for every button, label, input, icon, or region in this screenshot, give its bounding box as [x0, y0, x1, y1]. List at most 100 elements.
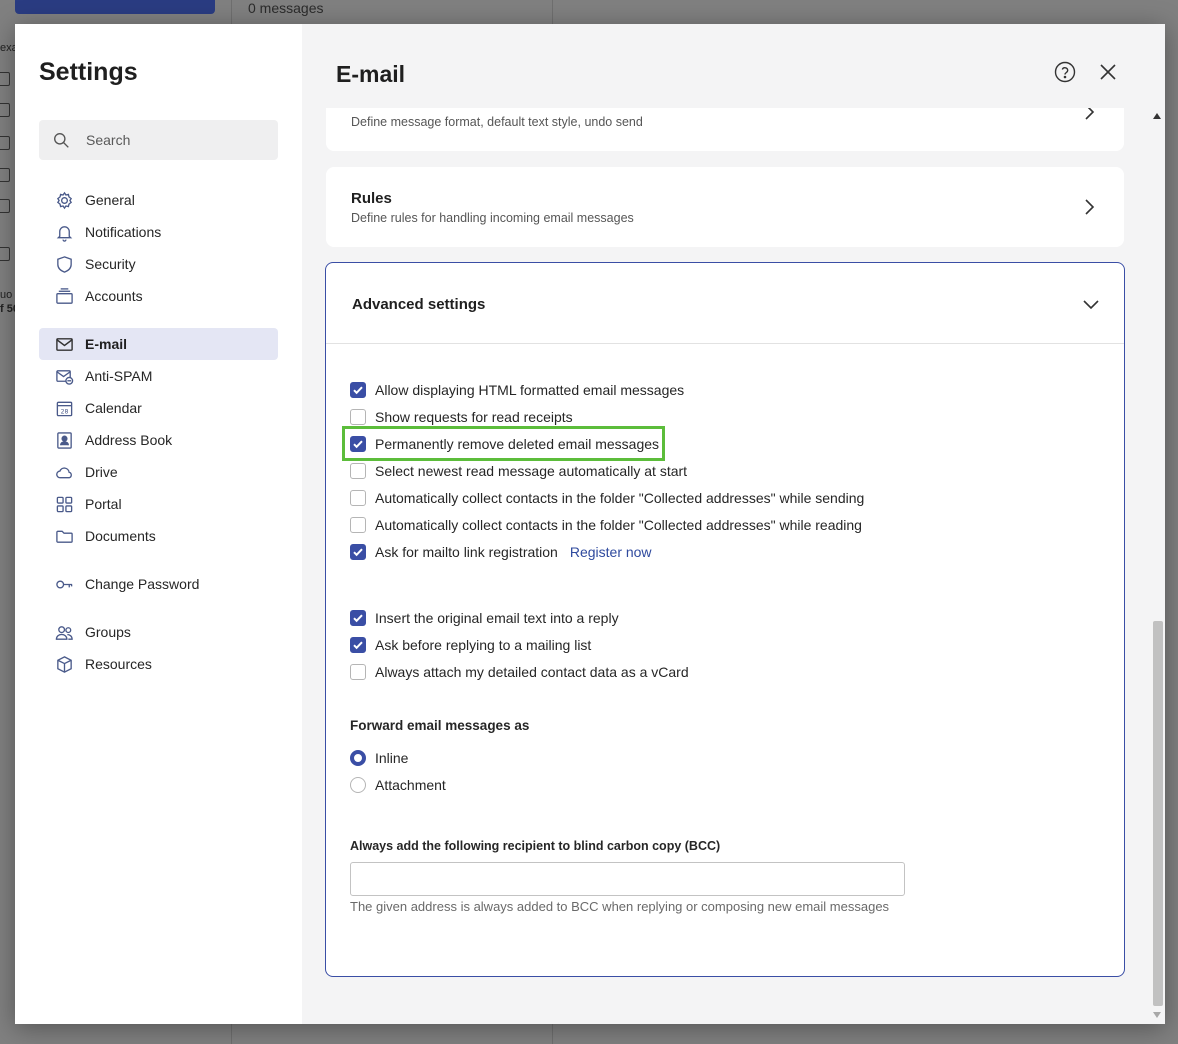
advanced-settings-title[interactable]: Advanced settings	[352, 296, 485, 313]
scroll-down-arrow[interactable]	[1153, 1012, 1161, 1018]
sidebar-item-drive[interactable]: Drive	[39, 456, 278, 488]
drafts-icon	[0, 103, 10, 117]
settings-dialog: Settings Search General Notifications Se…	[15, 24, 1165, 1024]
cloud-icon	[54, 462, 74, 482]
settings-content: E-mail Define message format, default te…	[302, 24, 1165, 1024]
new-email-button	[15, 0, 215, 14]
rules-card[interactable]: Rules Define rules for handling incoming…	[326, 167, 1124, 247]
sidebar-item-label: General	[85, 192, 135, 208]
chevron-down-icon[interactable]	[1082, 295, 1100, 313]
card-subtitle: Define message format, default text styl…	[351, 115, 643, 129]
radio[interactable]	[350, 777, 366, 793]
checkbox[interactable]	[350, 463, 366, 479]
forward-attachment[interactable]: Attachment	[350, 774, 446, 796]
checkbox[interactable]	[350, 664, 366, 680]
sidebar-item-label: Resources	[85, 656, 152, 672]
settings-sidebar: Settings Search General Notifications Se…	[15, 24, 302, 1024]
option-label: Automatically collect contacts in the fo…	[375, 517, 862, 533]
checkbox[interactable]	[350, 490, 366, 506]
search-icon	[54, 132, 69, 148]
groups-icon	[54, 622, 74, 642]
sidebar-item-label: Groups	[85, 624, 131, 640]
scroll-up-arrow[interactable]	[1153, 113, 1161, 119]
option-mailto-registration[interactable]: Ask for mailto link registration Registe…	[350, 541, 652, 563]
register-now-link[interactable]: Register now	[570, 544, 652, 560]
option-select-newest[interactable]: Select newest read message automatically…	[350, 460, 687, 482]
divider	[326, 343, 1124, 344]
scroll-thumb[interactable]	[1153, 621, 1163, 1006]
checkbox[interactable]	[350, 637, 366, 653]
content-header: E-mail	[302, 24, 1165, 108]
sidebar-item-label: Anti-SPAM	[85, 368, 153, 384]
option-collect-sending[interactable]: Automatically collect contacts in the fo…	[350, 487, 864, 509]
sidebar-item-label: Notifications	[85, 224, 162, 240]
spam-icon	[0, 168, 10, 182]
sidebar-item-security[interactable]: Security	[39, 248, 278, 280]
cube-icon	[54, 654, 74, 674]
option-label: Permanently remove deleted email message…	[375, 436, 660, 452]
checkbox[interactable]	[350, 382, 366, 398]
sidebar-item-label: Change Password	[85, 576, 200, 592]
sidebar-item-address-book[interactable]: Address Book	[39, 424, 278, 456]
settings-search[interactable]: Search	[39, 120, 278, 160]
inbox-icon	[0, 72, 10, 86]
sidebar-item-label: Portal	[85, 496, 122, 512]
anti-spam-icon	[54, 366, 74, 386]
option-insert-original[interactable]: Insert the original email text into a re…	[350, 607, 619, 629]
sidebar-item-resources[interactable]: Resources	[39, 648, 278, 680]
sidebar-item-label: E-mail	[85, 336, 128, 352]
message-count: 0 messages	[248, 0, 324, 16]
card-subtitle: Define rules for handling incoming email…	[351, 211, 634, 225]
close-icon[interactable]	[1098, 62, 1118, 82]
option-permanently-remove[interactable]: Permanently remove deleted email message…	[350, 433, 659, 455]
pane-divider	[552, 1024, 553, 1044]
sidebar-item-calendar[interactable]: 28 Calendar	[39, 392, 278, 424]
sidebar-item-documents[interactable]: Documents	[39, 520, 278, 552]
checkbox[interactable]	[350, 610, 366, 626]
option-label: Inline	[375, 750, 409, 766]
accounts-icon	[54, 286, 74, 306]
option-label: Ask before replying to a mailing list	[375, 637, 592, 653]
calendar-icon: 28	[54, 398, 74, 418]
option-label: Allow displaying HTML formatted email me…	[375, 382, 685, 398]
checkbox[interactable]	[350, 409, 366, 425]
option-collect-reading[interactable]: Automatically collect contacts in the fo…	[350, 514, 862, 536]
sidebar-item-label: Security	[85, 256, 136, 272]
sidebar-item-portal[interactable]: Portal	[39, 488, 278, 520]
content-scrollbar[interactable]	[1150, 108, 1165, 1024]
sidebar-item-label: Documents	[85, 528, 156, 544]
sent-icon	[0, 136, 10, 150]
radio[interactable]	[350, 750, 366, 766]
bcc-input[interactable]	[350, 862, 905, 896]
sidebar-item-change-password[interactable]: Change Password	[39, 568, 278, 600]
option-ask-mailing-list[interactable]: Ask before replying to a mailing list	[350, 634, 591, 656]
background-text: uo	[0, 289, 13, 301]
sidebar-item-label: Address Book	[85, 432, 173, 448]
folder-icon	[54, 526, 74, 546]
option-label: Select newest read message automatically…	[375, 463, 688, 479]
option-label: Insert the original email text into a re…	[375, 610, 619, 626]
help-icon[interactable]	[1054, 61, 1076, 83]
calendar-badge: 28	[60, 408, 68, 415]
forward-inline[interactable]: Inline	[350, 747, 408, 769]
option-read-receipts[interactable]: Show requests for read receipts	[350, 406, 573, 428]
chevron-right-icon	[1085, 199, 1095, 215]
sidebar-item-notifications[interactable]: Notifications	[39, 216, 278, 248]
sidebar-item-general[interactable]: General	[39, 184, 278, 216]
gear-icon	[54, 190, 74, 210]
checkbox[interactable]	[350, 517, 366, 533]
option-label: Show requests for read receipts	[375, 409, 573, 425]
key-icon	[54, 574, 74, 594]
sidebar-item-email[interactable]: E-mail	[39, 328, 278, 360]
bcc-hint: The given address is always added to BCC…	[350, 899, 890, 914]
option-attach-vcard[interactable]: Always attach my detailed contact data a…	[350, 661, 689, 683]
option-allow-html[interactable]: Allow displaying HTML formatted email me…	[350, 379, 684, 401]
sidebar-item-groups[interactable]: Groups	[39, 616, 278, 648]
search-input[interactable]: Search	[86, 132, 130, 148]
checkbox[interactable]	[350, 436, 366, 452]
page-title: E-mail	[336, 61, 406, 87]
checkbox[interactable]	[350, 544, 366, 560]
sidebar-item-anti-spam[interactable]: Anti-SPAM	[39, 360, 278, 392]
grid-icon	[54, 494, 74, 514]
sidebar-item-accounts[interactable]: Accounts	[39, 280, 278, 312]
